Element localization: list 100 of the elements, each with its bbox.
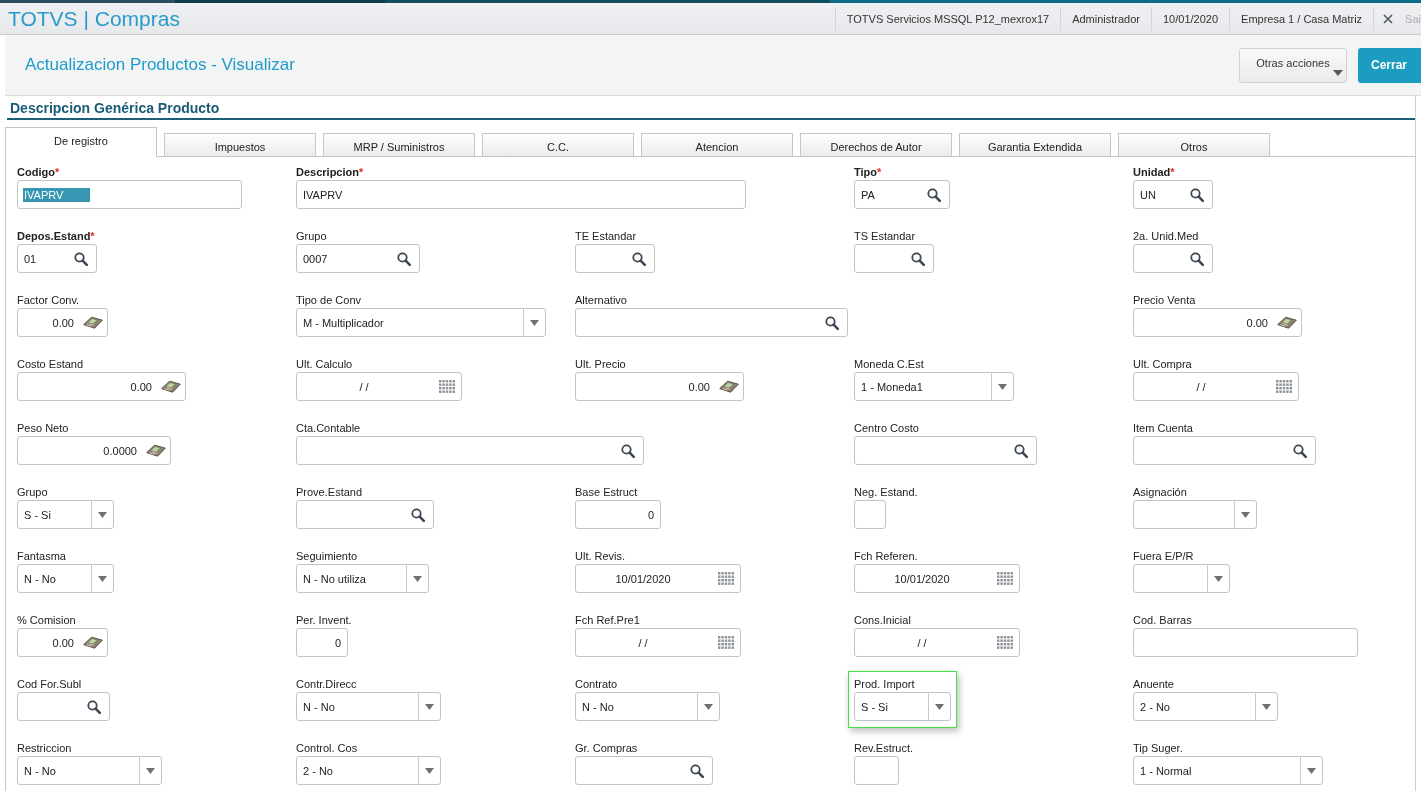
search-icon — [621, 443, 635, 458]
search-icon — [825, 315, 839, 330]
field-label: Cta.Contable — [296, 421, 361, 435]
tab[interactable]: Otros — [1118, 133, 1270, 156]
date-field[interactable]: / / — [296, 372, 462, 401]
caret-icon — [704, 703, 713, 710]
calendar-icon — [997, 572, 1013, 585]
field-label: Costo Estand — [17, 357, 84, 371]
number-field[interactable]: 0.0000 — [17, 436, 171, 465]
caret-icon — [530, 319, 539, 326]
calendar-icon — [1276, 380, 1292, 393]
caret-icon — [425, 703, 434, 710]
tab[interactable]: C.C. — [482, 133, 634, 156]
section-title: Descripcion Genérica Producto — [10, 100, 220, 116]
search-icon — [927, 187, 941, 202]
more-actions-button[interactable]: Otras acciones — [1239, 47, 1347, 83]
text-field[interactable] — [1133, 628, 1358, 657]
search-icon — [911, 251, 925, 266]
lookup-field[interactable] — [296, 500, 434, 529]
tab[interactable]: Impuestos — [164, 133, 316, 156]
field-label: Seguimiento — [296, 549, 358, 563]
date-field[interactable]: / / — [854, 628, 1020, 657]
lookup-field[interactable]: 0007 — [296, 244, 420, 273]
number-field[interactable]: 0 — [575, 500, 661, 529]
search-icon — [397, 251, 411, 266]
field-label: Factor Conv. — [17, 293, 80, 307]
field-label: Tip Suger. — [1133, 741, 1183, 755]
field-label: Gr. Compras — [575, 741, 638, 755]
lookup-field[interactable] — [854, 436, 1037, 465]
field-label: Centro Costo — [854, 421, 919, 435]
dropdown-field[interactable]: S - Si — [854, 692, 951, 721]
calculator-icon — [83, 316, 103, 329]
field-label: Ult. Calculo — [296, 357, 353, 371]
tab[interactable]: Garantia Extendida — [959, 133, 1111, 156]
lookup-field[interactable]: PA — [854, 180, 950, 209]
dropdown-field[interactable]: S - Si — [17, 500, 114, 529]
calculator-icon — [83, 636, 103, 649]
text-field[interactable]: IVAPRV — [296, 180, 746, 209]
dropdown-field[interactable] — [1133, 500, 1257, 529]
field-label: Moneda C.Est — [854, 357, 924, 371]
field-label: Unidad* — [1133, 165, 1175, 179]
number-field[interactable]: 0.00 — [17, 308, 108, 337]
lookup-field[interactable] — [854, 244, 934, 273]
dropdown-field[interactable]: N - No utiliza — [296, 564, 429, 593]
number-field[interactable]: 0.00 — [17, 628, 108, 657]
field-label: Depos.Estand* — [17, 229, 95, 243]
page-title: Actualizacion Productos - Visualizar — [25, 55, 295, 75]
field-label: Peso Neto — [17, 421, 69, 435]
dropdown-field[interactable] — [1133, 564, 1230, 593]
field-label: % Comision — [17, 613, 76, 627]
field-label: Alternativo — [575, 293, 627, 307]
date-field[interactable]: / / — [1133, 372, 1299, 401]
number-field[interactable]: 0.00 — [1133, 308, 1302, 337]
dropdown-field[interactable]: 2 - No — [1133, 692, 1278, 721]
lookup-field[interactable] — [17, 692, 110, 721]
tab[interactable]: Derechos de Autor — [800, 133, 952, 156]
tab[interactable]: De registro — [5, 127, 157, 157]
field-label: Cons.Inicial — [854, 613, 911, 627]
dropdown-field[interactable]: 2 - No — [296, 756, 441, 785]
text-field[interactable] — [854, 500, 886, 529]
dropdown-field[interactable]: N - No — [17, 756, 162, 785]
caret-icon — [1307, 767, 1316, 774]
search-icon — [411, 507, 425, 522]
search-icon — [1190, 187, 1204, 202]
dropdown-field[interactable]: M - Multiplicador — [296, 308, 546, 337]
tab[interactable]: MRP / Suministros — [323, 133, 475, 156]
date-field[interactable]: 10/01/2020 — [575, 564, 741, 593]
number-field[interactable]: 0 — [296, 628, 348, 657]
lookup-field[interactable] — [575, 308, 848, 337]
field-label: Tipo de Conv — [296, 293, 362, 307]
field-label: Descripcion* — [296, 165, 364, 179]
caret-icon — [998, 383, 1007, 390]
header-info-text: Administrador — [1072, 12, 1140, 25]
text-field[interactable] — [854, 756, 899, 785]
number-field[interactable]: 0.00 — [17, 372, 186, 401]
header-info-text: Empresa 1 / Casa Matriz — [1241, 12, 1363, 25]
lookup-field[interactable] — [575, 244, 655, 273]
dropdown-field[interactable]: N - No — [17, 564, 114, 593]
date-field[interactable]: / / — [575, 628, 741, 657]
field-label: Contrato — [575, 677, 618, 691]
dropdown-field[interactable]: 1 - Moneda1 — [854, 372, 1014, 401]
field-label: Cod. Barras — [1133, 613, 1192, 627]
search-icon — [690, 763, 704, 778]
field-label: Cod For.Subl — [17, 677, 82, 691]
lookup-field[interactable]: 01 — [17, 244, 97, 273]
app-title: TOTVS | Compras — [8, 6, 180, 31]
lookup-field[interactable] — [1133, 244, 1213, 273]
tab[interactable]: Atencion — [641, 133, 793, 156]
dropdown-field[interactable]: N - No — [575, 692, 720, 721]
date-field[interactable]: 10/01/2020 — [854, 564, 1020, 593]
field-label: Ult. Revis. — [575, 549, 626, 563]
lookup-field[interactable]: UN — [1133, 180, 1213, 209]
dropdown-field[interactable]: 1 - Normal — [1133, 756, 1323, 785]
lookup-field[interactable] — [296, 436, 644, 465]
calculator-icon — [161, 380, 181, 393]
field-label: Base Estruct — [575, 485, 638, 499]
dropdown-field[interactable]: N - No — [296, 692, 441, 721]
lookup-field[interactable] — [575, 756, 713, 785]
number-field[interactable]: 0.00 — [575, 372, 744, 401]
lookup-field[interactable] — [1133, 436, 1316, 465]
